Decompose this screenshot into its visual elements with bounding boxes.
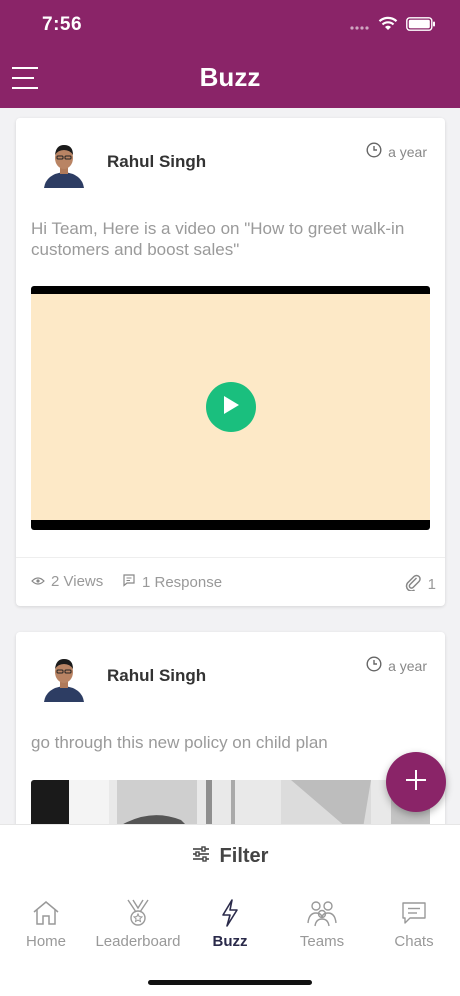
- avatar[interactable]: [40, 140, 88, 188]
- views-count[interactable]: 2 Views: [31, 573, 103, 590]
- post-time: a year: [366, 142, 427, 161]
- post-footer: 2 Views 1 Response 1: [16, 557, 445, 606]
- home-icon: [0, 897, 92, 929]
- post-time-label: a year: [388, 143, 427, 160]
- signal-icon: [350, 18, 370, 36]
- post-time-label: a year: [388, 657, 427, 674]
- people-icon: [276, 897, 368, 929]
- post-text: go through this new policy on child plan: [31, 733, 328, 752]
- tab-label: Chats: [394, 933, 434, 950]
- filter-label: Filter: [219, 844, 269, 867]
- post-card[interactable]: Rahul Singh a year go through this new p…: [16, 632, 445, 824]
- tab-label: Buzz: [212, 933, 248, 950]
- buzz-feed[interactable]: Rahul Singh a year Hi Team, Here is a vi…: [0, 108, 460, 824]
- responses-count[interactable]: 1 Response: [122, 573, 222, 591]
- author-name[interactable]: Rahul Singh: [107, 152, 206, 172]
- tab-teams[interactable]: Teams: [276, 897, 368, 950]
- attachments-count[interactable]: 1: [404, 573, 436, 595]
- lightning-icon: [184, 897, 276, 929]
- tab-label: Home: [25, 933, 66, 950]
- eye-icon: [31, 573, 45, 590]
- status-icons: [350, 16, 436, 37]
- post-card[interactable]: Rahul Singh a year Hi Team, Here is a vi…: [16, 118, 445, 606]
- tab-home[interactable]: Home: [0, 897, 92, 950]
- author-name[interactable]: Rahul Singh: [107, 666, 206, 686]
- tab-buzz[interactable]: Buzz: [184, 897, 276, 950]
- views-label: 2 Views: [51, 573, 104, 590]
- tab-label: Teams: [299, 933, 345, 950]
- trophy-icon: [92, 897, 184, 929]
- comment-icon: [122, 573, 136, 591]
- post-time: a year: [366, 656, 427, 675]
- responses-label: 1 Response: [142, 573, 223, 591]
- status-bar: 7:56: [0, 0, 460, 50]
- play-button[interactable]: [205, 382, 256, 432]
- page-title: Buzz: [199, 62, 261, 92]
- home-indicator: [148, 980, 312, 985]
- paperclip-icon: [404, 573, 422, 595]
- add-post-button[interactable]: [386, 752, 446, 812]
- tab-label: Leaderboard: [95, 933, 181, 950]
- tab-chats[interactable]: Chats: [368, 897, 460, 950]
- chat-icon: [368, 897, 460, 929]
- battery-icon: [406, 17, 436, 36]
- video-player[interactable]: [31, 286, 430, 530]
- attachments-label: 1: [427, 575, 436, 593]
- app-header: Buzz: [0, 50, 460, 108]
- plus-icon: [404, 768, 428, 797]
- clock-icon: [366, 142, 382, 161]
- clock-icon: [366, 656, 382, 675]
- wifi-icon: [378, 16, 398, 37]
- post-text: Hi Team, Here is a video on "How to gree…: [31, 219, 405, 259]
- filter-icon: [192, 845, 210, 867]
- status-time: 7:56: [42, 14, 83, 35]
- attachment-preview[interactable]: [31, 780, 430, 824]
- avatar[interactable]: [40, 654, 88, 702]
- tab-leaderboard[interactable]: Leaderboard: [92, 897, 184, 950]
- filter-button[interactable]: Filter: [0, 824, 460, 888]
- play-icon: [221, 394, 241, 421]
